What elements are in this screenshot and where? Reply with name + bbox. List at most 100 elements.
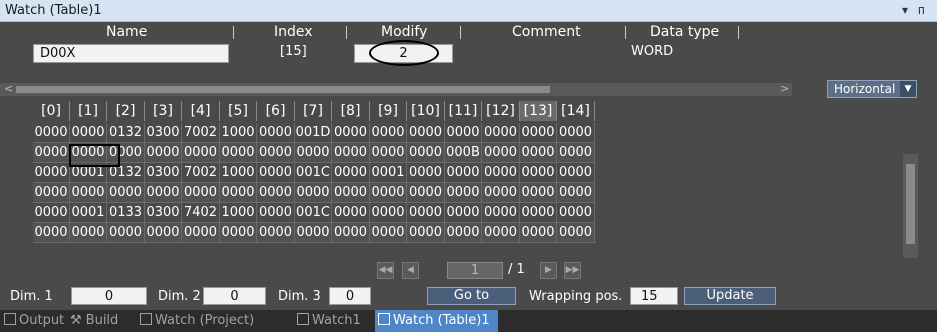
tab-watch-project[interactable]: Watch (Project) [140,310,254,332]
grid-cell[interactable]: 0000 [145,143,182,163]
grid-column-header[interactable]: [11] [445,101,482,121]
grid-cell[interactable]: 0000 [482,163,520,183]
grid-cell[interactable]: 0000 [33,163,70,183]
grid-cell[interactable]: 0000 [482,203,520,223]
grid-cell[interactable]: 0000 [407,163,445,183]
wrapping-pos-input[interactable]: 15 [630,287,678,305]
grid-cell[interactable]: 0001 [70,203,107,223]
grid-cell[interactable]: 0000 [70,223,107,243]
grid-cell[interactable]: 001D [295,123,332,143]
grid-cell[interactable]: 0000 [445,223,482,243]
grid-column-header[interactable]: [2] [107,101,145,121]
horizontal-scrollbar[interactable]: < > [0,82,792,96]
grid-cell[interactable]: 0000 [370,143,407,163]
vertical-scrollbar[interactable] [903,154,918,258]
grid-column-header[interactable]: [7] [295,101,332,121]
tab-build[interactable]: ⚒ Build [70,310,118,332]
grid-column-header[interactable]: [12] [482,101,520,121]
grid-cell[interactable]: 0000 [33,183,70,203]
dim3-input[interactable]: 0 [329,287,371,305]
grid-cell[interactable]: 0000 [370,203,407,223]
grid-cell[interactable]: 0000 [407,123,445,143]
grid-cell[interactable]: 0000 [33,223,70,243]
update-button[interactable]: Update [684,287,776,305]
grid-cell[interactable]: 0000 [33,123,70,143]
grid-cell[interactable]: 0000 [482,183,520,203]
grid-cell[interactable]: 0000 [70,183,107,203]
grid-cell[interactable]: 0000 [182,183,220,203]
dim1-input[interactable]: 0 [71,287,147,305]
grid-column-header[interactable]: [1] [70,101,107,121]
grid-cell[interactable]: 0000 [482,223,520,243]
next-page-icon[interactable]: ▶ [540,262,557,279]
grid-cell[interactable]: 0000 [332,123,370,143]
grid-cell[interactable]: 0000 [145,183,182,203]
grid-cell[interactable]: 0000 [557,223,595,243]
grid-cell[interactable]: 0000 [332,223,370,243]
grid-cell[interactable]: 0000 [257,143,295,163]
grid-cell[interactable]: 0000 [445,123,482,143]
grid-cell[interactable]: 0300 [145,163,182,183]
grid-cell[interactable]: 0000 [482,123,520,143]
previous-page-icon[interactable]: ◀ [402,262,419,279]
grid-cell[interactable]: 001C [295,203,332,223]
grid-cell[interactable]: 0300 [145,203,182,223]
grid-cell[interactable]: 7002 [182,123,220,143]
window-menu-icon[interactable]: ▾ [902,3,908,17]
grid-cell[interactable]: 0000 [520,203,557,223]
grid-cell[interactable]: 0000 [370,183,407,203]
grid-cell[interactable]: 0000 [407,183,445,203]
grid-cell[interactable]: 0000 [220,223,257,243]
grid-column-header[interactable]: [14] [557,101,595,121]
grid-cell[interactable]: 7402 [182,203,220,223]
scroll-left-icon[interactable]: < [4,82,13,95]
grid-column-header[interactable]: [6] [257,101,295,121]
grid-cell[interactable]: 0132 [107,123,145,143]
scroll-right-icon[interactable]: > [780,82,789,95]
grid-cell[interactable]: 0000 [407,203,445,223]
grid-cell[interactable]: 0000 [557,163,595,183]
grid-cell[interactable]: 7002 [182,163,220,183]
grid-cell[interactable]: 0000 [295,183,332,203]
grid-cell[interactable]: 0000 [445,163,482,183]
scrollbar-thumb[interactable] [16,86,550,93]
grid-column-header[interactable]: [5] [220,101,257,121]
grid-column-header[interactable]: [8] [332,101,370,121]
grid-cell[interactable]: 0000 [107,183,145,203]
grid-cell[interactable]: 0000 [370,223,407,243]
first-page-icon[interactable]: ◀◀ [377,262,394,279]
tab-watch1[interactable]: Watch1 [297,310,361,332]
grid-cell[interactable]: 0000 [295,223,332,243]
tab-watch-table1[interactable]: Watch (Table)1 [375,310,498,332]
grid-column-header[interactable]: [10] [407,101,445,121]
pin-icon[interactable]: ᴨ [918,3,925,17]
grid-cell[interactable]: 0001 [370,163,407,183]
grid-cell[interactable]: 0000 [220,183,257,203]
grid-cell[interactable]: 0000 [332,203,370,223]
grid-cell[interactable]: 0000 [370,123,407,143]
grid-cell[interactable]: 0000 [520,163,557,183]
grid-cell[interactable]: 1000 [220,203,257,223]
grid-cell[interactable]: 0000 [220,143,257,163]
grid-cell[interactable]: 0000 [107,223,145,243]
grid-cell[interactable]: 0000 [33,203,70,223]
grid-cell[interactable]: 0000 [520,143,557,163]
page-number-input[interactable]: 1 [447,262,503,279]
go-to-button[interactable]: Go to [427,287,516,305]
grid-cell[interactable]: 0000 [557,123,595,143]
grid-cell[interactable]: 000B [445,143,482,163]
scrollbar-thumb[interactable] [906,164,915,244]
grid-cell[interactable]: 0000 [182,223,220,243]
grid-cell[interactable]: 001C [295,163,332,183]
grid-cell[interactable]: 0000 [332,183,370,203]
grid-cell[interactable]: 0133 [107,203,145,223]
grid-cell[interactable]: 0000 [257,203,295,223]
layout-dropdown[interactable]: Horizontal ▼ [827,80,917,98]
grid-cell[interactable]: 0000 [520,223,557,243]
grid-cell[interactable]: 0000 [445,203,482,223]
grid-cell[interactable]: 0000 [257,223,295,243]
last-page-icon[interactable]: ▶▶ [564,262,581,279]
grid-cell[interactable]: 0000 [182,143,220,163]
grid-cell[interactable]: 0000 [332,163,370,183]
name-field[interactable]: D00X [33,44,229,63]
